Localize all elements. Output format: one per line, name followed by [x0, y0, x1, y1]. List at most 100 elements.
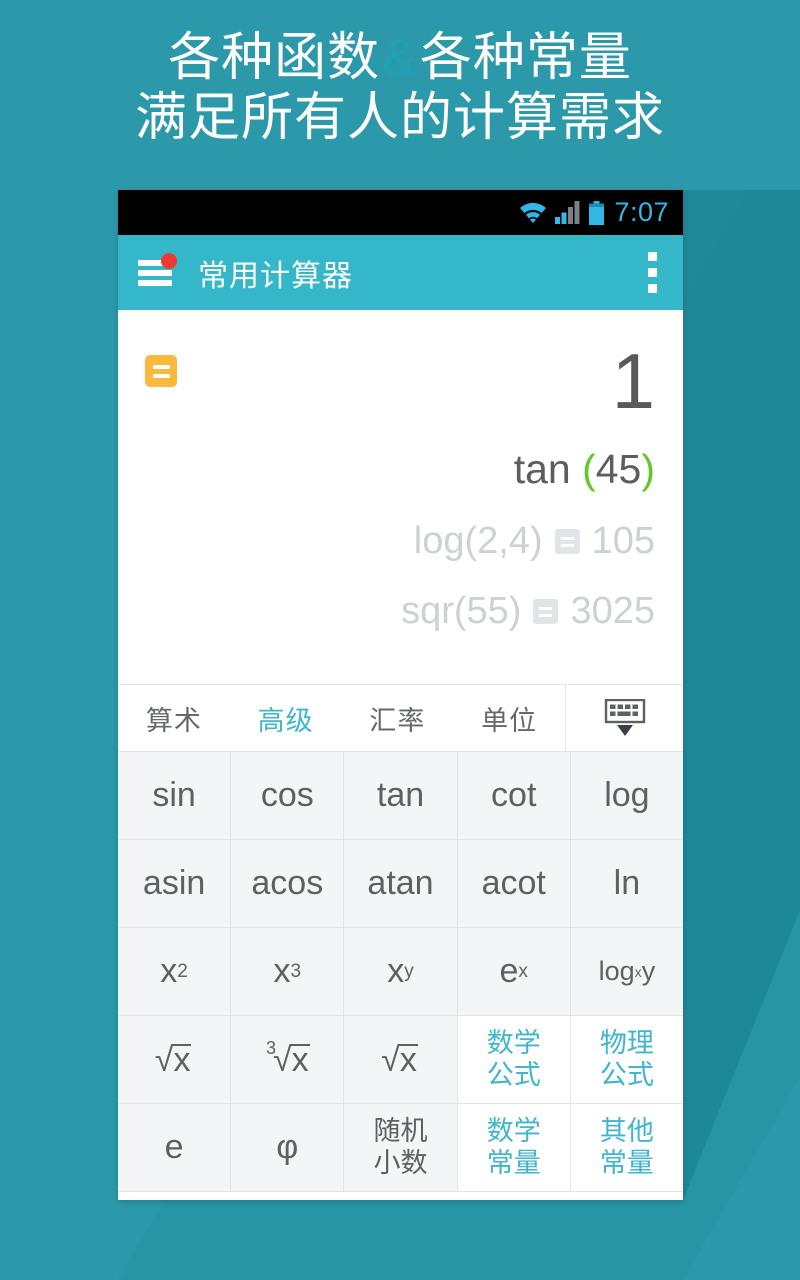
- key-physics-formulas[interactable]: 物理 公式: [570, 1016, 683, 1104]
- key-label-line-2: 公式: [599, 1059, 654, 1090]
- keypad-row: asin acos atan acot ln: [118, 840, 683, 928]
- expression-close-paren: ): [641, 446, 655, 493]
- notification-dot-badge: [161, 252, 177, 269]
- key-base: log: [598, 956, 635, 987]
- history-result: 3025: [570, 590, 655, 633]
- history-item[interactable]: log(2,4) 105: [146, 520, 655, 563]
- tab-advanced[interactable]: 高级: [230, 685, 342, 751]
- calculator-display: 1 tan (45) log(2,4) 105 sqr(55) 3025: [118, 310, 683, 685]
- promo-headline-line-1: 各种函数&各种常量: [0, 28, 800, 88]
- tab-exchange-rate[interactable]: 汇率: [342, 685, 454, 751]
- battery-icon: [589, 200, 605, 225]
- overflow-dot: [648, 284, 657, 293]
- radical-operand: x: [399, 1040, 417, 1079]
- expression-function: tan: [513, 446, 583, 493]
- equals-badge-icon[interactable]: [145, 355, 177, 387]
- radical-glyph: √ x: [381, 1040, 418, 1079]
- key-acos[interactable]: acos: [231, 840, 345, 928]
- equals-bar: [539, 613, 553, 617]
- current-expression: tan (45): [146, 446, 655, 493]
- status-bar-clock: 7:07: [614, 197, 669, 227]
- hamburger-menu-icon[interactable]: [138, 252, 177, 286]
- equals-bar: [152, 373, 170, 378]
- equals-bar: [152, 364, 170, 369]
- calculation-result: 1: [611, 337, 655, 425]
- key-cube-root[interactable]: 3 √ x: [231, 1016, 345, 1104]
- keypad-row: sin cos tan cot log: [118, 752, 683, 840]
- key-square-root[interactable]: √ x: [118, 1016, 232, 1104]
- keypad-row: e φ 随机 小数 数学 常量 其他 常量: [118, 1104, 683, 1192]
- overflow-dot: [648, 268, 657, 277]
- keypad-row: √ x 3 √ x √ x 数学 公式 物理 公式: [118, 1016, 683, 1104]
- key-label-line-2: 常量: [486, 1147, 541, 1178]
- key-log[interactable]: log: [570, 752, 683, 840]
- hamburger-bar: [138, 269, 172, 276]
- hide-keyboard-icon: [604, 699, 645, 736]
- key-x-squared[interactable]: x2: [118, 928, 232, 1016]
- key-other-constants[interactable]: 其他 常量: [570, 1104, 683, 1192]
- radical-body: √ x: [154, 1040, 192, 1079]
- history-expression: sqr(55): [401, 590, 522, 633]
- key-log-base-x-y[interactable]: log x y: [570, 928, 683, 1016]
- key-cot[interactable]: cot: [457, 752, 571, 840]
- key-math-formulas[interactable]: 数学 公式: [457, 1016, 571, 1104]
- key-acot[interactable]: acot: [457, 840, 571, 928]
- hamburger-bar: [138, 279, 172, 286]
- overflow-menu-icon[interactable]: [648, 252, 665, 293]
- key-euler-e[interactable]: e: [118, 1104, 232, 1192]
- tab-units[interactable]: 单位: [453, 685, 565, 751]
- radical-glyph: √ x: [154, 1040, 192, 1079]
- hide-keyboard-button[interactable]: [565, 685, 683, 751]
- equals-icon: [554, 529, 580, 555]
- key-asin[interactable]: asin: [118, 840, 232, 928]
- radical-bar: [171, 1043, 192, 1046]
- phone-mockup: 7:07 常用计算器 1 tan (45) log(2,4) 105 sqr(5…: [118, 190, 683, 1200]
- key-random-decimal[interactable]: 随机 小数: [344, 1104, 458, 1192]
- key-sin[interactable]: sin: [118, 752, 232, 840]
- key-base: x: [273, 951, 291, 990]
- overflow-dot: [648, 252, 657, 261]
- key-label-line-2: 常量: [599, 1147, 654, 1178]
- radical-body: √ x: [381, 1040, 418, 1079]
- radical-operand: x: [291, 1040, 309, 1079]
- key-x-cubed[interactable]: x3: [231, 928, 345, 1016]
- radical-body: √ x: [272, 1040, 310, 1079]
- app-bar: 常用计算器: [118, 235, 683, 310]
- history-item[interactable]: sqr(55) 3025: [146, 590, 655, 633]
- expression-argument: 45: [595, 446, 642, 493]
- history-result: 105: [591, 520, 655, 563]
- key-e-power-x[interactable]: ex: [457, 928, 571, 1016]
- key-base: x: [160, 951, 178, 990]
- key-phi[interactable]: φ: [231, 1104, 345, 1192]
- key-tan[interactable]: tan: [344, 752, 458, 840]
- key-label-line-1: 物理: [599, 1027, 654, 1058]
- key-label-line-2: 公式: [486, 1059, 541, 1090]
- equals-bar: [539, 606, 553, 610]
- key-tail: y: [641, 956, 656, 987]
- key-atan[interactable]: atan: [344, 840, 458, 928]
- wifi-icon: [520, 202, 547, 223]
- key-cos[interactable]: cos: [231, 752, 345, 840]
- mode-tab-bar: 算术 高级 汇率 单位: [118, 685, 683, 752]
- key-stacked-label: 物理 公式: [600, 1028, 654, 1092]
- key-math-constants[interactable]: 数学 常量: [457, 1104, 571, 1192]
- promo-headline-line-2: 满足所有人的计算需求: [134, 89, 665, 148]
- equals-icon: [533, 599, 559, 625]
- key-ln[interactable]: ln: [570, 840, 683, 928]
- history-expression: log(2,4): [413, 520, 543, 563]
- key-base: x: [387, 951, 405, 990]
- key-x-power-y[interactable]: xy: [344, 928, 458, 1016]
- status-bar-icons: [518, 200, 605, 225]
- radical-bar: [289, 1043, 310, 1046]
- app-title: 常用计算器: [198, 259, 353, 293]
- promo-text-part-1: 各种函数: [168, 29, 381, 87]
- key-label-line-1: 数学: [486, 1115, 541, 1146]
- radical-bar: [398, 1043, 418, 1046]
- key-stacked-label: 其他 常量: [600, 1116, 654, 1180]
- expression-open-paren: (: [582, 446, 596, 493]
- key-label-line-1: 随机: [373, 1115, 428, 1146]
- status-bar: 7:07: [118, 190, 683, 235]
- history-list: log(2,4) 105 sqr(55) 3025: [146, 520, 655, 633]
- key-nth-root[interactable]: √ x: [344, 1016, 458, 1104]
- tab-arithmetic[interactable]: 算术: [118, 685, 230, 751]
